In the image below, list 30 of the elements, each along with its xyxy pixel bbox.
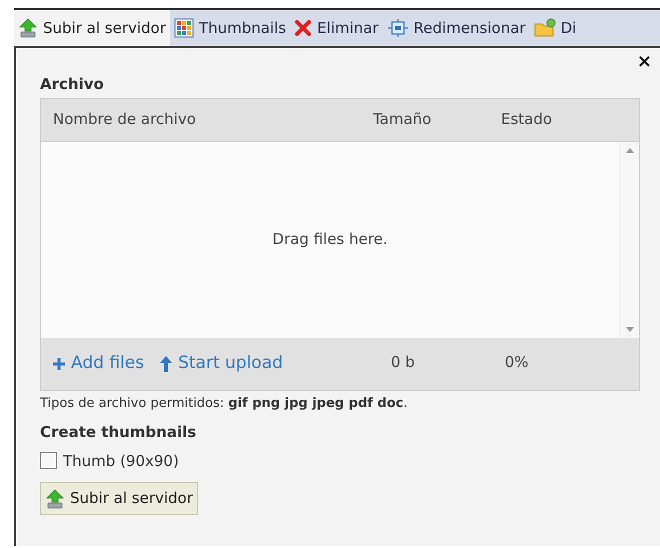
upload-button[interactable]: Subir al servidor [40,482,198,515]
drop-message: Drag files here. [272,229,388,250]
checkbox[interactable] [40,452,57,470]
grid-icon [174,18,194,38]
scrollbar[interactable] [619,142,639,338]
section-title: Archivo [40,74,104,95]
upload-icon [18,18,38,38]
tab[interactable]: Eliminar [290,10,383,46]
checkbox-label: Thumb (90x90) [63,450,179,472]
scroll-down-icon[interactable] [626,326,634,332]
column-header: Tamaño [373,109,432,130]
tab[interactable]: Di [530,10,580,46]
folder-icon [534,18,556,38]
plus-icon [53,358,65,370]
tab[interactable]: Thumbnails [170,10,290,46]
tab[interactable]: Subir al servidor [14,10,170,46]
resize-icon [386,19,409,37]
arrow-up-icon [160,356,172,372]
total-size: 0 b [390,352,415,373]
allowed-types: Tipos de archivo permitidos: gif png jpg jpeg pdf doc. [40,394,408,412]
thumbnails-title: Create thumbnails [40,422,196,443]
delete-icon [294,19,312,37]
drop-zone[interactable]: Drag files here. [41,142,639,338]
scroll-up-icon[interactable] [626,148,634,152]
tab[interactable]: Redimensionar [382,10,530,46]
total-percent: 0% [504,352,529,373]
upload-icon [45,488,65,508]
column-header: Estado [501,109,552,130]
close-button[interactable]: × [636,52,652,72]
column-header: Nombre de archivo [53,109,197,130]
